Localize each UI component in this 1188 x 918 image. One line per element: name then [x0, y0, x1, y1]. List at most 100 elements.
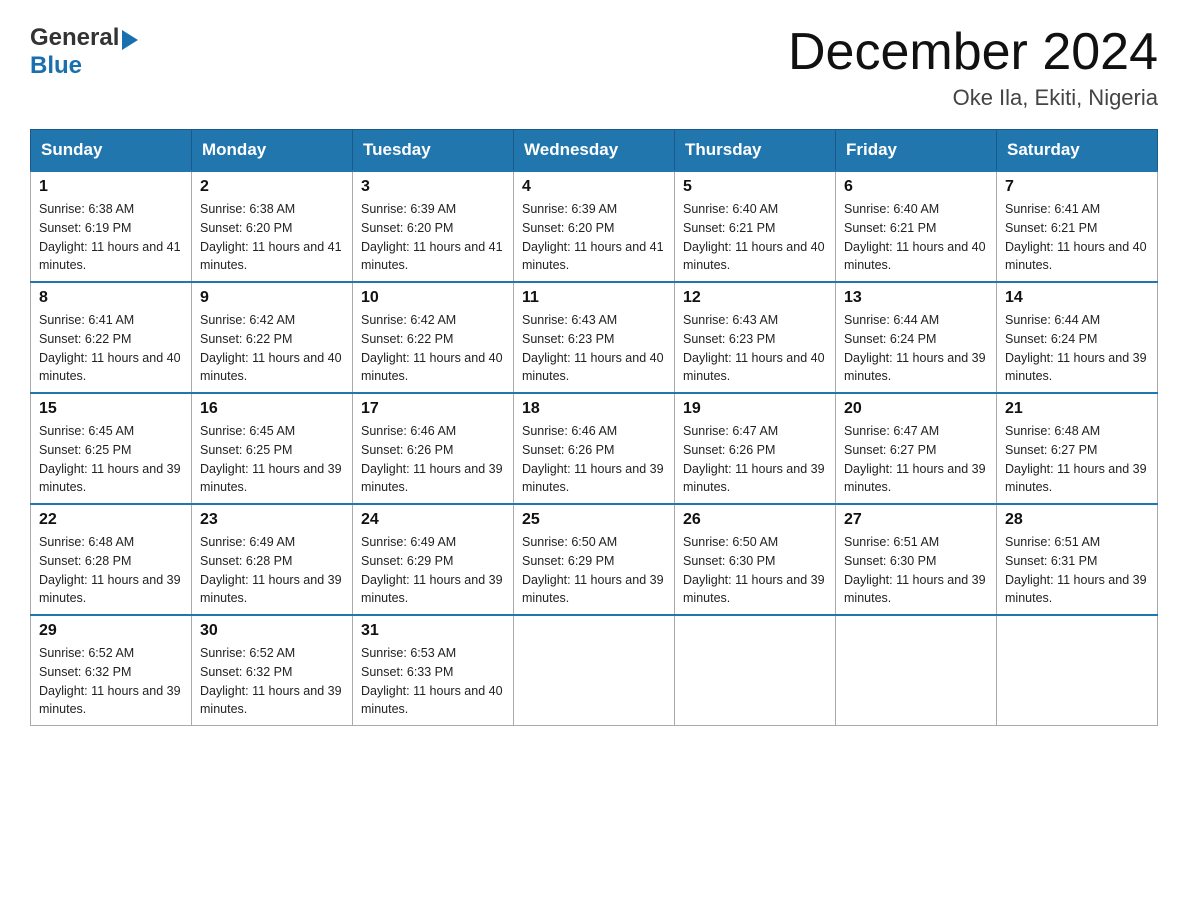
day-info: Sunrise: 6:41 AM Sunset: 6:22 PM Dayligh… — [39, 311, 183, 386]
calendar-cell: 27 Sunrise: 6:51 AM Sunset: 6:30 PM Dayl… — [836, 504, 997, 615]
day-info: Sunrise: 6:38 AM Sunset: 6:19 PM Dayligh… — [39, 200, 183, 275]
day-info: Sunrise: 6:50 AM Sunset: 6:30 PM Dayligh… — [683, 533, 827, 608]
day-info: Sunrise: 6:51 AM Sunset: 6:31 PM Dayligh… — [1005, 533, 1149, 608]
day-info: Sunrise: 6:40 AM Sunset: 6:21 PM Dayligh… — [844, 200, 988, 275]
col-monday: Monday — [192, 130, 353, 172]
day-number: 16 — [200, 400, 344, 418]
day-number: 27 — [844, 511, 988, 529]
calendar-cell: 17 Sunrise: 6:46 AM Sunset: 6:26 PM Dayl… — [353, 393, 514, 504]
week-row-5: 29 Sunrise: 6:52 AM Sunset: 6:32 PM Dayl… — [31, 615, 1158, 726]
col-friday: Friday — [836, 130, 997, 172]
day-number: 12 — [683, 289, 827, 307]
col-wednesday: Wednesday — [514, 130, 675, 172]
day-number: 17 — [361, 400, 505, 418]
day-number: 23 — [200, 511, 344, 529]
day-info: Sunrise: 6:48 AM Sunset: 6:27 PM Dayligh… — [1005, 422, 1149, 497]
calendar-cell: 28 Sunrise: 6:51 AM Sunset: 6:31 PM Dayl… — [997, 504, 1158, 615]
calendar-cell: 26 Sunrise: 6:50 AM Sunset: 6:30 PM Dayl… — [675, 504, 836, 615]
day-number: 25 — [522, 511, 666, 529]
day-number: 31 — [361, 622, 505, 640]
day-info: Sunrise: 6:51 AM Sunset: 6:30 PM Dayligh… — [844, 533, 988, 608]
day-info: Sunrise: 6:47 AM Sunset: 6:26 PM Dayligh… — [683, 422, 827, 497]
calendar-cell: 8 Sunrise: 6:41 AM Sunset: 6:22 PM Dayli… — [31, 282, 192, 393]
day-number: 21 — [1005, 400, 1149, 418]
day-info: Sunrise: 6:45 AM Sunset: 6:25 PM Dayligh… — [200, 422, 344, 497]
day-info: Sunrise: 6:42 AM Sunset: 6:22 PM Dayligh… — [200, 311, 344, 386]
calendar-cell: 12 Sunrise: 6:43 AM Sunset: 6:23 PM Dayl… — [675, 282, 836, 393]
day-info: Sunrise: 6:38 AM Sunset: 6:20 PM Dayligh… — [200, 200, 344, 275]
day-info: Sunrise: 6:39 AM Sunset: 6:20 PM Dayligh… — [522, 200, 666, 275]
calendar-cell: 15 Sunrise: 6:45 AM Sunset: 6:25 PM Dayl… — [31, 393, 192, 504]
day-number: 8 — [39, 289, 183, 307]
calendar-cell: 18 Sunrise: 6:46 AM Sunset: 6:26 PM Dayl… — [514, 393, 675, 504]
day-info: Sunrise: 6:40 AM Sunset: 6:21 PM Dayligh… — [683, 200, 827, 275]
day-info: Sunrise: 6:52 AM Sunset: 6:32 PM Dayligh… — [39, 644, 183, 719]
day-info: Sunrise: 6:53 AM Sunset: 6:33 PM Dayligh… — [361, 644, 505, 719]
day-info: Sunrise: 6:50 AM Sunset: 6:29 PM Dayligh… — [522, 533, 666, 608]
day-info: Sunrise: 6:44 AM Sunset: 6:24 PM Dayligh… — [1005, 311, 1149, 386]
calendar-cell — [675, 615, 836, 726]
day-info: Sunrise: 6:45 AM Sunset: 6:25 PM Dayligh… — [39, 422, 183, 497]
day-number: 15 — [39, 400, 183, 418]
day-number: 30 — [200, 622, 344, 640]
location-text: Oke Ila, Ekiti, Nigeria — [788, 85, 1158, 111]
calendar-cell: 29 Sunrise: 6:52 AM Sunset: 6:32 PM Dayl… — [31, 615, 192, 726]
col-thursday: Thursday — [675, 130, 836, 172]
day-number: 5 — [683, 178, 827, 196]
page-header: General Blue December 2024 Oke Ila, Ekit… — [30, 24, 1158, 111]
day-info: Sunrise: 6:44 AM Sunset: 6:24 PM Dayligh… — [844, 311, 988, 386]
calendar-cell: 23 Sunrise: 6:49 AM Sunset: 6:28 PM Dayl… — [192, 504, 353, 615]
day-number: 24 — [361, 511, 505, 529]
calendar-cell: 20 Sunrise: 6:47 AM Sunset: 6:27 PM Dayl… — [836, 393, 997, 504]
day-info: Sunrise: 6:52 AM Sunset: 6:32 PM Dayligh… — [200, 644, 344, 719]
day-number: 6 — [844, 178, 988, 196]
day-number: 14 — [1005, 289, 1149, 307]
day-number: 29 — [39, 622, 183, 640]
week-row-4: 22 Sunrise: 6:48 AM Sunset: 6:28 PM Dayl… — [31, 504, 1158, 615]
day-number: 9 — [200, 289, 344, 307]
day-number: 4 — [522, 178, 666, 196]
day-info: Sunrise: 6:46 AM Sunset: 6:26 PM Dayligh… — [361, 422, 505, 497]
week-row-2: 8 Sunrise: 6:41 AM Sunset: 6:22 PM Dayli… — [31, 282, 1158, 393]
logo: General Blue — [30, 24, 138, 80]
day-number: 7 — [1005, 178, 1149, 196]
col-tuesday: Tuesday — [353, 130, 514, 172]
calendar-cell: 10 Sunrise: 6:42 AM Sunset: 6:22 PM Dayl… — [353, 282, 514, 393]
col-saturday: Saturday — [997, 130, 1158, 172]
calendar-header-row: Sunday Monday Tuesday Wednesday Thursday… — [31, 130, 1158, 172]
calendar-cell: 22 Sunrise: 6:48 AM Sunset: 6:28 PM Dayl… — [31, 504, 192, 615]
day-number: 20 — [844, 400, 988, 418]
logo-general-text: General — [30, 24, 119, 52]
calendar-cell: 4 Sunrise: 6:39 AM Sunset: 6:20 PM Dayli… — [514, 171, 675, 282]
calendar-cell — [997, 615, 1158, 726]
day-number: 11 — [522, 289, 666, 307]
day-info: Sunrise: 6:48 AM Sunset: 6:28 PM Dayligh… — [39, 533, 183, 608]
calendar-cell: 14 Sunrise: 6:44 AM Sunset: 6:24 PM Dayl… — [997, 282, 1158, 393]
calendar-cell: 25 Sunrise: 6:50 AM Sunset: 6:29 PM Dayl… — [514, 504, 675, 615]
calendar-cell — [514, 615, 675, 726]
col-sunday: Sunday — [31, 130, 192, 172]
day-info: Sunrise: 6:49 AM Sunset: 6:28 PM Dayligh… — [200, 533, 344, 608]
title-section: December 2024 Oke Ila, Ekiti, Nigeria — [788, 24, 1158, 111]
day-info: Sunrise: 6:43 AM Sunset: 6:23 PM Dayligh… — [683, 311, 827, 386]
month-title: December 2024 — [788, 24, 1158, 81]
day-number: 2 — [200, 178, 344, 196]
calendar-table: Sunday Monday Tuesday Wednesday Thursday… — [30, 129, 1158, 726]
day-info: Sunrise: 6:39 AM Sunset: 6:20 PM Dayligh… — [361, 200, 505, 275]
week-row-1: 1 Sunrise: 6:38 AM Sunset: 6:19 PM Dayli… — [31, 171, 1158, 282]
calendar-cell: 1 Sunrise: 6:38 AM Sunset: 6:19 PM Dayli… — [31, 171, 192, 282]
day-number: 10 — [361, 289, 505, 307]
calendar-cell — [836, 615, 997, 726]
calendar-cell: 31 Sunrise: 6:53 AM Sunset: 6:33 PM Dayl… — [353, 615, 514, 726]
day-info: Sunrise: 6:43 AM Sunset: 6:23 PM Dayligh… — [522, 311, 666, 386]
day-info: Sunrise: 6:46 AM Sunset: 6:26 PM Dayligh… — [522, 422, 666, 497]
day-number: 26 — [683, 511, 827, 529]
calendar-cell: 3 Sunrise: 6:39 AM Sunset: 6:20 PM Dayli… — [353, 171, 514, 282]
calendar-cell: 11 Sunrise: 6:43 AM Sunset: 6:23 PM Dayl… — [514, 282, 675, 393]
calendar-cell: 13 Sunrise: 6:44 AM Sunset: 6:24 PM Dayl… — [836, 282, 997, 393]
day-number: 18 — [522, 400, 666, 418]
day-info: Sunrise: 6:42 AM Sunset: 6:22 PM Dayligh… — [361, 311, 505, 386]
calendar-cell: 30 Sunrise: 6:52 AM Sunset: 6:32 PM Dayl… — [192, 615, 353, 726]
calendar-cell: 19 Sunrise: 6:47 AM Sunset: 6:26 PM Dayl… — [675, 393, 836, 504]
day-info: Sunrise: 6:41 AM Sunset: 6:21 PM Dayligh… — [1005, 200, 1149, 275]
